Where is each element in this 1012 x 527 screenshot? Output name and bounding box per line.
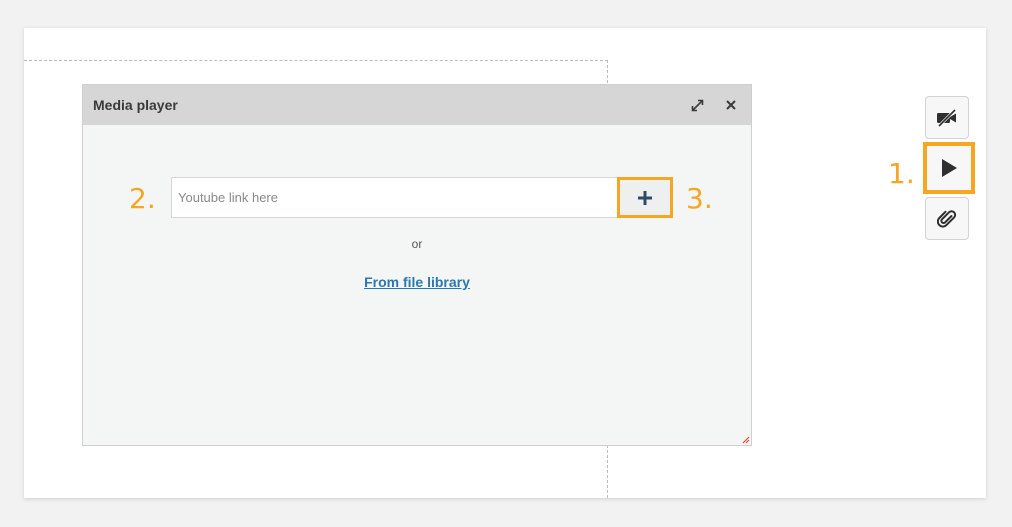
content-block-outline-top: [24, 60, 608, 61]
step-3-label: 3.: [686, 182, 713, 215]
expand-arrows-icon[interactable]: [689, 97, 705, 113]
expand-arrows-icon-svg: [691, 99, 703, 111]
add-link-button[interactable]: [617, 177, 673, 218]
youtube-link-input[interactable]: [171, 177, 618, 218]
play-icon: [942, 159, 957, 177]
attachment-button[interactable]: [925, 197, 969, 240]
or-separator: or: [411, 237, 423, 251]
video-off-icon: [937, 108, 957, 127]
media-player-dialog: Media player Youtube link here or From f…: [82, 84, 752, 446]
resize-grip-icon[interactable]: [740, 434, 750, 444]
video-toggle-button[interactable]: [925, 96, 969, 139]
dialog-header: Media player: [83, 85, 751, 125]
url-entry-row: [171, 177, 673, 218]
close-icon[interactable]: [723, 97, 739, 113]
plus-icon: [638, 190, 653, 205]
page-canvas: Media player Youtube link here or From f…: [0, 0, 1012, 527]
from-file-library-link[interactable]: From file library: [83, 274, 751, 290]
close-icon-svg: [726, 100, 736, 110]
step-1-label: 1.: [888, 157, 915, 190]
dialog-header-actions: [689, 97, 739, 113]
paperclip-icon: [937, 209, 957, 228]
dialog-title: Media player: [93, 97, 178, 113]
media-player-button[interactable]: [923, 142, 975, 194]
step-2-label: 2.: [129, 182, 156, 215]
